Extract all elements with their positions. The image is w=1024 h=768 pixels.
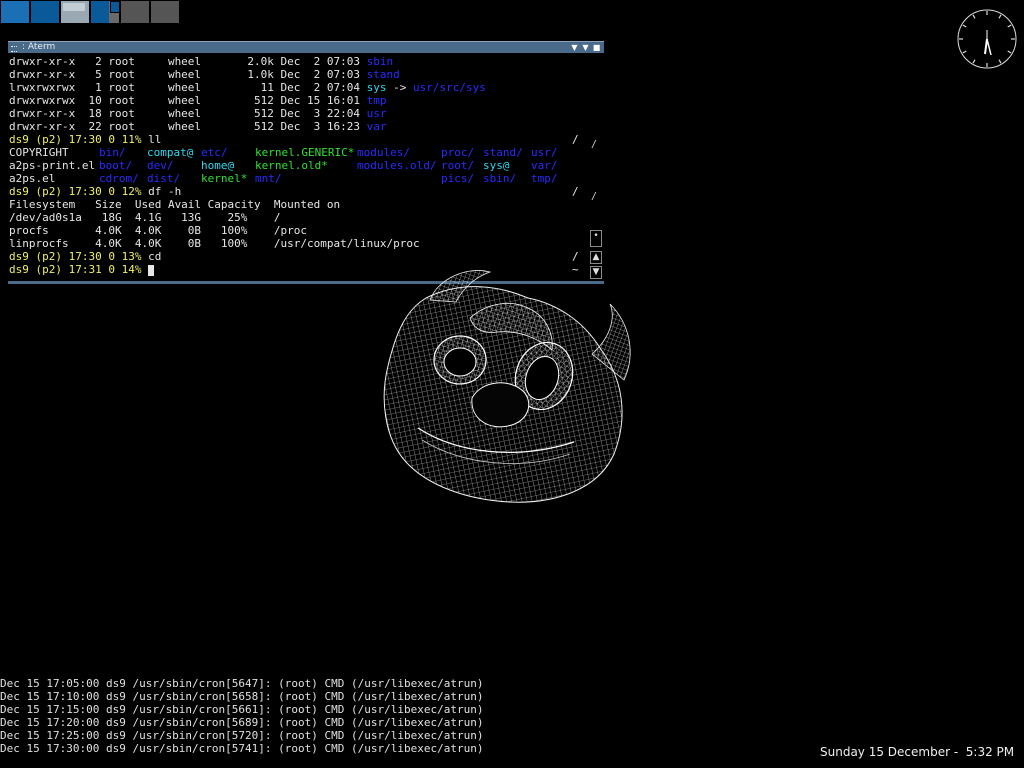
shell-prompt: ds9 (p2) 17:31 0 14% bbox=[9, 263, 142, 276]
ll-entry: home@ bbox=[201, 159, 235, 172]
ll-entry: tmp/ bbox=[531, 172, 558, 185]
ll-entry: COPYRIGHT bbox=[9, 146, 69, 159]
terminal-output[interactable]: drwxr-xr-x 2 root wheel 2.0k Dec 2 07:03… bbox=[9, 55, 579, 283]
ll-entry: sys@ bbox=[483, 159, 510, 172]
ll-entry: mnt/ bbox=[255, 172, 282, 185]
shade-button[interactable]: ▼ bbox=[570, 43, 579, 52]
listing-name: stand bbox=[366, 68, 400, 81]
ll-entry: compat@ bbox=[147, 146, 194, 159]
df-header: Filesystem Size Used Avail Capacity Moun… bbox=[9, 198, 579, 211]
shell-command: cd bbox=[148, 250, 162, 263]
symlink-arrow: -> bbox=[386, 81, 413, 94]
terminal-scrollbar[interactable]: / / • ▲ ▼ bbox=[589, 55, 603, 281]
prompt-right-marker: / bbox=[572, 185, 579, 198]
shell-prompt-line: ds9 (p2) 17:30 0 12% df -h / bbox=[9, 185, 579, 198]
pager-desk-6[interactable] bbox=[150, 0, 180, 24]
scrollbar-thumb[interactable]: • bbox=[590, 230, 602, 247]
ll-entry: dist/ bbox=[147, 172, 181, 185]
ll-entry: modules/ bbox=[357, 146, 410, 159]
analog-clock bbox=[957, 9, 1017, 69]
ll-entry: var/ bbox=[531, 159, 558, 172]
pager-desk-4[interactable] bbox=[90, 0, 120, 24]
log-line: Dec 15 17:25:00 ds9 /usr/sbin/cron[5720]… bbox=[0, 729, 484, 742]
pager-desk-5[interactable] bbox=[120, 0, 150, 24]
log-line: Dec 15 17:20:00 ds9 /usr/sbin/cron[5689]… bbox=[0, 716, 484, 729]
listing-meta: drwxr-xr-x 2 root wheel 2.0k Dec 2 07:03 bbox=[9, 55, 367, 68]
prompt-right-marker: / bbox=[591, 191, 598, 202]
ll-entry: kernel* bbox=[201, 172, 248, 185]
shell-prompt-line: ds9 (p2) 17:30 0 11% ll / bbox=[9, 133, 579, 146]
df-row-text: /dev/ad0s1a 18G 4.1G 13G 25% / bbox=[9, 211, 281, 224]
prompt-right-marker: / bbox=[572, 133, 579, 146]
shell-command: df -h bbox=[148, 185, 182, 198]
ll-entry: proc/ bbox=[441, 146, 475, 159]
ll-entry: pics/ bbox=[441, 172, 475, 185]
pager-desk-2[interactable] bbox=[30, 0, 60, 24]
listing-row: drwxr-xr-x 2 root wheel 2.0k Dec 2 07:03… bbox=[9, 55, 579, 68]
shell-prompt: ds9 (p2) 17:30 0 13% bbox=[9, 250, 142, 263]
aterm-window[interactable]: : Aterm ▼ ▼ ■ drwxr-xr-x 2 root wheel 2.… bbox=[8, 41, 604, 287]
ll-entry: usr/ bbox=[531, 146, 558, 159]
ll-entry: root/ bbox=[441, 159, 475, 172]
ll-entry: kernel.GENERIC* bbox=[255, 146, 355, 159]
df-row-text: procfs 4.0K 4.0K 0B 100% /proc bbox=[9, 224, 308, 237]
shell-prompt: ds9 (p2) 17:30 0 11% bbox=[9, 133, 142, 146]
date-time-display: Sunday 15 December - 5:32 PM bbox=[820, 745, 1015, 759]
pager-desk-1[interactable] bbox=[0, 0, 30, 24]
ll-entry: boot/ bbox=[99, 159, 133, 172]
listing-meta: drwxr-xr-x 18 root wheel 512 Dec 3 22:04 bbox=[9, 107, 367, 120]
ll-entry: cdrom/ bbox=[99, 172, 139, 185]
terminal-cursor bbox=[148, 264, 155, 276]
listing-meta: lrwxrwxrwx 1 root wheel 11 Dec 2 07:04 bbox=[9, 81, 367, 94]
ll-entry: stand/ bbox=[483, 146, 523, 159]
listing-row: drwxr-xr-x 22 root wheel 512 Dec 3 16:23… bbox=[9, 120, 579, 133]
ll-entry: etc/ bbox=[201, 146, 228, 159]
listing-row: drwxr-xr-x 18 root wheel 512 Dec 3 22:04… bbox=[9, 107, 579, 120]
shell-command: ll bbox=[148, 133, 162, 146]
listing-name: sys bbox=[366, 81, 387, 94]
log-line: Dec 15 17:10:00 ds9 /usr/sbin/cron[5658]… bbox=[0, 690, 484, 703]
log-line: Dec 15 17:30:00 ds9 /usr/sbin/cron[5741]… bbox=[0, 742, 484, 755]
shell-prompt: ds9 (p2) 17:30 0 12% bbox=[9, 185, 142, 198]
listing-name: sbin bbox=[366, 55, 394, 68]
ll-entry: sbin/ bbox=[483, 172, 517, 185]
df-row-text: linprocfs 4.0K 4.0K 0B 100% /usr/compat/… bbox=[9, 237, 420, 250]
iconify-button[interactable]: ▼ bbox=[581, 43, 590, 52]
ll-row: a2ps-print.el boot/dev/home@ kernel.old* mo… bbox=[9, 159, 579, 172]
listing-name: tmp bbox=[366, 94, 387, 107]
listing-row: drwxrwxrwx 10 root wheel 512 Dec 15 16:0… bbox=[9, 94, 579, 107]
ll-entry: bin/ bbox=[99, 146, 126, 159]
window-title: : Aterm bbox=[22, 42, 56, 52]
symlink-target: usr/src/sys bbox=[413, 81, 486, 94]
df-header-text: Filesystem Size Used Avail Capacity Moun… bbox=[9, 198, 341, 211]
listing-meta: drwxr-xr-x 5 root wheel 1.0k Dec 2 07:03 bbox=[9, 68, 367, 81]
desktop-pager bbox=[0, 0, 180, 24]
titlebar-grip-icon bbox=[11, 46, 17, 52]
console-log: Dec 15 17:05:00 ds9 /usr/sbin/cron[5647]… bbox=[0, 677, 483, 755]
ll-entry: kernel.old* bbox=[255, 159, 328, 172]
ll-entry: dev/ bbox=[147, 159, 174, 172]
listing-row: lrwxrwxrwx 1 root wheel 11 Dec 2 07:04 s… bbox=[9, 81, 579, 94]
df-row: procfs 4.0K 4.0K 0B 100% /proc bbox=[9, 224, 579, 237]
wireframe-mascot-image bbox=[383, 270, 631, 503]
close-button[interactable]: ■ bbox=[592, 43, 601, 52]
df-row: /dev/ad0s1a 18G 4.1G 13G 25% / bbox=[9, 211, 579, 224]
listing-name: var bbox=[366, 120, 387, 133]
log-line: Dec 15 17:05:00 ds9 /usr/sbin/cron[5647]… bbox=[0, 677, 484, 690]
listing-row: drwxr-xr-x 5 root wheel 1.0k Dec 2 07:03… bbox=[9, 68, 579, 81]
listing-meta: drwxrwxrwx 10 root wheel 512 Dec 15 16:0… bbox=[9, 94, 367, 107]
window-titlebar[interactable]: : Aterm ▼ ▼ ■ bbox=[8, 41, 604, 53]
ll-entry: a2ps.el bbox=[9, 172, 56, 185]
pager-desk-3[interactable] bbox=[60, 0, 90, 24]
listing-name: usr bbox=[366, 107, 387, 120]
prompt-right-marker: / bbox=[591, 139, 598, 150]
log-line: Dec 15 17:15:00 ds9 /usr/sbin/cron[5661]… bbox=[0, 703, 484, 716]
ll-row: COPYRIGHT bin/compat@ etc/kernel.GENERIC* m… bbox=[9, 146, 579, 159]
ll-entry: modules.old/ bbox=[357, 159, 437, 172]
listing-meta: drwxr-xr-x 22 root wheel 512 Dec 3 16:23 bbox=[9, 120, 367, 133]
ll-row: a2ps.el cdrom/dist/kernel* mnt/pics/sbin/t… bbox=[9, 172, 579, 185]
df-row: linprocfs 4.0K 4.0K 0B 100% /usr/compat/… bbox=[9, 237, 579, 250]
ll-entry: a2ps-print.el bbox=[9, 159, 96, 172]
